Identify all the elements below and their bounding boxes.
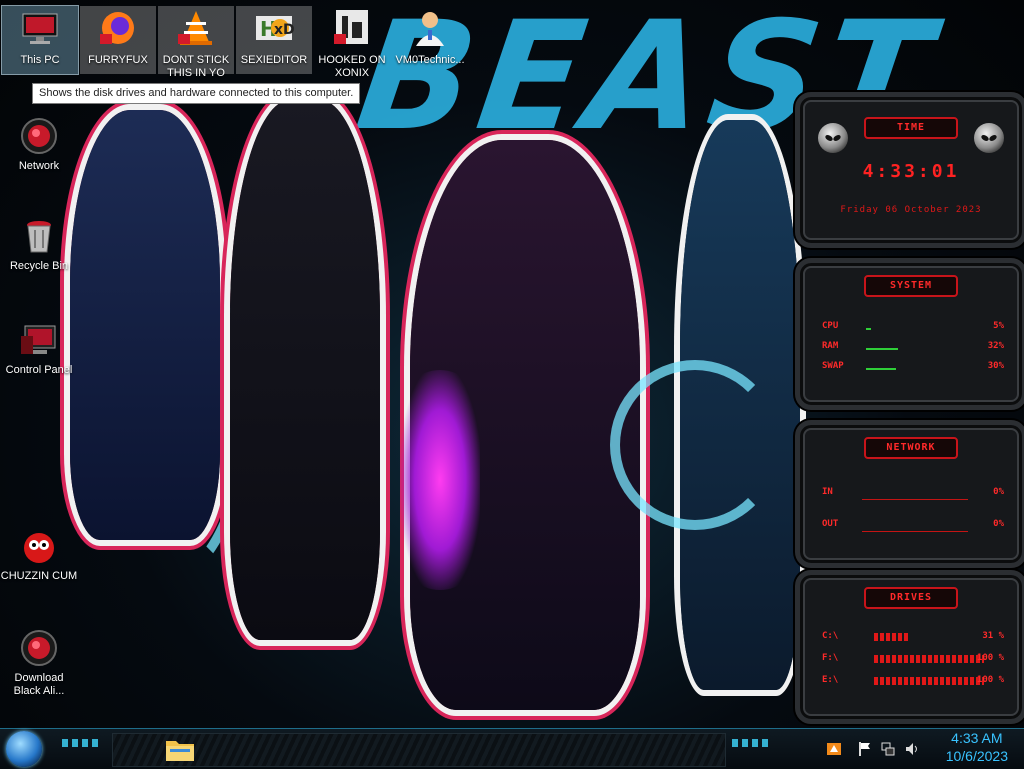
taskbar-time: 4:33 AM [951, 730, 1003, 746]
drive-c-row: C:\ 31 % [822, 631, 1004, 645]
vlc-icon [176, 8, 216, 48]
taskbar-decoration [732, 739, 770, 747]
cpu-meter-row: CPU 5% [822, 321, 1004, 335]
shield-flag-icon[interactable] [826, 741, 842, 757]
drive-f-value: 100 % [976, 653, 1004, 663]
desktop-icon-sexieditor[interactable]: HxD SEXIEDITOR [236, 6, 312, 74]
editor-icon: HxD [254, 8, 295, 48]
wallpaper-figure-1 [70, 110, 220, 540]
game-icon [332, 8, 372, 48]
action-center-flag-icon[interactable] [856, 741, 872, 757]
drive-e-usage-bar [874, 677, 984, 685]
network-in-graph [862, 487, 968, 500]
cpu-meter-bar [866, 328, 871, 330]
ram-label: RAM [822, 341, 839, 351]
cpu-label: CPU [822, 321, 839, 331]
drive-e-value: 100 % [976, 675, 1004, 685]
network-in-label: IN [822, 487, 833, 497]
firefox-icon [98, 8, 138, 48]
desktop-icon-control-panel[interactable]: Control Panel [0, 320, 78, 377]
drives-gadget[interactable]: DRIVES C:\ 31 % F:\ 100 % E:\ 100 % [795, 570, 1024, 724]
this-pc-tooltip: Shows the disk drives and hardware conne… [32, 83, 361, 104]
desktop-icon-recycle-bin[interactable]: Recycle Bin [0, 216, 78, 273]
download-icon [19, 628, 59, 668]
network-gadget-header: NETWORK [864, 437, 958, 459]
ram-value: 32% [987, 341, 1004, 351]
desktop-icon-label: FURRYFUX [88, 54, 148, 66]
desktop-icon-download-black-alien[interactable]: Download Black Ali... [0, 628, 78, 698]
alien-head-icon [974, 123, 1004, 153]
desktop-icon-network[interactable]: Network [0, 116, 78, 173]
computer-icon [20, 8, 60, 48]
cpu-value: 5% [993, 321, 1004, 331]
desktop-icon-furryfux[interactable]: FURRYFUX [80, 6, 156, 74]
doctor-icon [410, 8, 450, 48]
network-out-row: OUT 0% [822, 519, 1004, 533]
taskbar: 4:33 AM 10/6/2023 [0, 728, 1024, 769]
desktop-icon-label: HOOKED ON XONIX [318, 54, 386, 79]
control-panel-icon [19, 320, 59, 360]
system-gadget-header: SYSTEM [864, 275, 958, 297]
drive-c-value: 31 % [982, 631, 1004, 641]
svg-text:xD: xD [274, 22, 294, 38]
desktop-icon-label: Download Black Ali... [13, 672, 65, 697]
desktop-icon-chuzzin[interactable]: CHUZZIN CUM [0, 526, 78, 583]
swap-value: 30% [987, 361, 1004, 371]
network-out-label: OUT [822, 519, 839, 529]
drive-c-label: C:\ [822, 631, 839, 641]
drive-e-label: E:\ [822, 675, 839, 685]
swap-meter-bar [866, 368, 896, 370]
network-icon [19, 116, 59, 156]
desktop-icon-vm0technic[interactable]: VM0Technic... [392, 6, 468, 74]
swap-meter-row: SWAP 30% [822, 361, 1004, 375]
desktop-icon-label: This PC [20, 54, 60, 66]
ram-meter-row: RAM 32% [822, 341, 1004, 355]
alien-head-icon [818, 123, 848, 153]
desktop-icon-hooked-on-xonix[interactable]: HOOKED ON XONIX [314, 6, 390, 79]
ram-meter-bar [866, 348, 898, 350]
wallpaper-pink-glow [400, 370, 480, 590]
drives-gadget-header: DRIVES [864, 587, 958, 609]
gadget-clock: 4:33:01 [862, 161, 960, 182]
taskbar-clock[interactable]: 4:33 AM 10/6/2023 [946, 729, 1008, 765]
desktop-icon-label: DONT STICK THIS IN YO [162, 54, 230, 79]
network-gadget[interactable]: NETWORK IN 0% OUT 0% [795, 420, 1024, 568]
desktop-icon-label: Recycle Bin [9, 260, 69, 272]
network-in-row: IN 0% [822, 487, 1004, 501]
taskbar-decoration [62, 739, 100, 747]
drive-f-usage-bar [874, 655, 984, 663]
recycle-bin-icon [19, 216, 59, 256]
wallpaper-figure-2 [230, 100, 380, 640]
network-in-value: 0% [993, 487, 1004, 497]
taskbar-date: 10/6/2023 [945, 748, 1008, 764]
time-gadget-header: TIME [864, 117, 958, 139]
desktop-icon-label: Control Panel [5, 364, 73, 376]
desktop-icon-label: VM0Technic... [395, 54, 465, 66]
drive-e-row: E:\ 100 % [822, 675, 1004, 689]
drive-f-label: F:\ [822, 653, 839, 663]
file-explorer-icon[interactable] [164, 735, 196, 763]
desktop-icon-this-pc[interactable]: This PC [1, 5, 79, 75]
gadget-date: Friday 06 October 2023 [840, 205, 982, 215]
network-tray-icon[interactable] [880, 741, 896, 757]
swap-label: SWAP [822, 361, 844, 371]
system-gadget[interactable]: SYSTEM CPU 5% RAM 32% SWAP 30% [795, 258, 1024, 410]
wallpaper-blue-ring [610, 360, 780, 530]
drive-c-usage-bar [874, 633, 908, 641]
speaker-icon[interactable] [904, 741, 920, 757]
desktop-icon-label: CHUZZIN CUM [0, 570, 78, 582]
chuzzle-icon [19, 526, 59, 566]
desktop-icon-label: Network [18, 160, 60, 172]
taskbar-strip [112, 733, 726, 767]
time-gadget[interactable]: TIME 4:33:01 Friday 06 October 2023 [795, 92, 1024, 248]
start-button[interactable] [6, 731, 42, 767]
desktop-icon-vlc[interactable]: DONT STICK THIS IN YO [158, 6, 234, 79]
desktop-icon-label: SEXIEDITOR [240, 54, 308, 66]
drive-f-row: F:\ 100 % [822, 653, 1004, 667]
network-out-graph [862, 519, 968, 532]
network-out-value: 0% [993, 519, 1004, 529]
